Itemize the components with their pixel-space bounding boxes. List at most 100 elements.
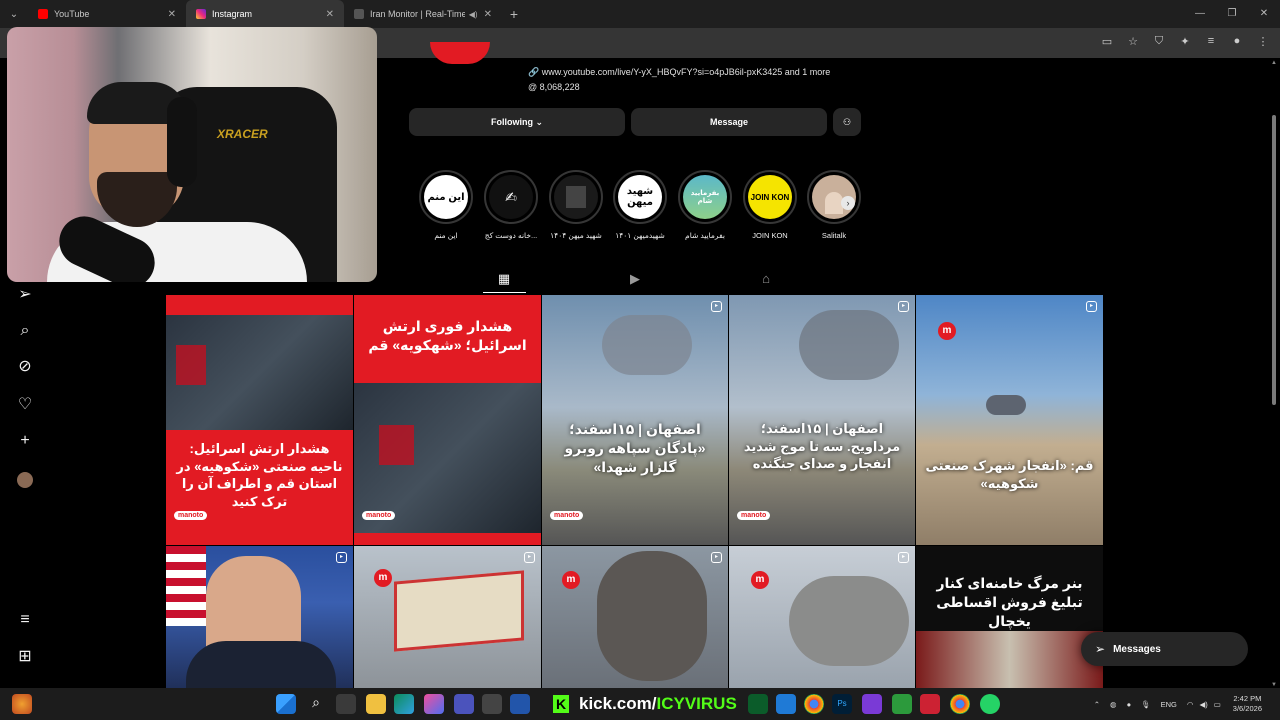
battery-icon[interactable]: ▭ — [1214, 700, 1221, 709]
profile-avatar[interactable] — [17, 472, 33, 488]
active-tab-underline — [483, 292, 526, 293]
tray-app-icon[interactable]: ◍ — [1110, 700, 1117, 709]
tab-search-chevron-icon[interactable]: ⌄ — [0, 0, 28, 28]
whatsapp-icon[interactable] — [980, 694, 1000, 714]
search-icon[interactable]: ⌕ — [14, 320, 36, 342]
post-tile[interactable]: m ▸ — [542, 546, 728, 688]
task-view-icon[interactable] — [336, 694, 356, 714]
page-scrollbar[interactable]: ▲ ▼ — [1270, 60, 1278, 688]
post-tile[interactable]: m ▸ — [354, 546, 541, 688]
manoto-logo-icon: m — [938, 322, 956, 340]
tray-app-icon[interactable]: ● — [1127, 700, 1132, 709]
post-tile[interactable]: هشدار فوری ارتش اسرائیل؛ «شهکویه» قم man… — [354, 295, 541, 545]
smoke-plume — [986, 395, 1026, 415]
language-indicator[interactable]: ENG — [1161, 700, 1177, 709]
chevron-right-icon[interactable]: › — [841, 196, 855, 210]
following-button[interactable]: Following ⌄ — [409, 108, 625, 136]
shield-icon[interactable]: ⛉ — [1152, 35, 1166, 48]
edge-icon[interactable] — [394, 694, 414, 714]
minimize-icon[interactable]: — — [1184, 0, 1216, 28]
post-tile[interactable]: ▸ اصفهان | ۱۵اسفند؛ مرداویج. سه تا موج ش… — [729, 295, 915, 545]
tab-instagram[interactable]: Instagram ✕ — [186, 0, 344, 28]
cast-icon[interactable]: ▭ — [1100, 35, 1114, 48]
highlight-item[interactable]: JOIN KON JOIN KON — [742, 170, 798, 240]
post-tile[interactable]: بنر مرگ خامنه‌ای کنار تبلیغ فروش اقساطی … — [916, 546, 1103, 688]
post-tile[interactable]: ▸ — [166, 546, 353, 688]
app-icon[interactable] — [510, 694, 530, 714]
chrome-icon[interactable] — [804, 694, 824, 714]
bio-link-text[interactable]: www.youtube.com/live/Y-yX_HBQvFY?si=o4pJ… — [542, 67, 831, 77]
highlight-cover-text: این منم — [427, 191, 465, 203]
close-icon[interactable]: ✕ — [168, 9, 176, 20]
tab-iran-monitor[interactable]: Iran Monitor | Real-Time Os ◀) ✕ — [344, 0, 502, 28]
profile-avatar-icon[interactable]: ● — [1230, 35, 1244, 48]
headphones — [167, 97, 197, 187]
bio-link[interactable]: 🔗 www.youtube.com/live/Y-yX_HBQvFY?si=o4… — [528, 67, 830, 78]
highlight-cover-text: شهید میهن — [626, 186, 654, 208]
post-tile[interactable]: ▸ اصفهان | ۱۵اسفند؛ «پادگان سپاهه روبرو … — [542, 295, 728, 545]
reel-icon: ▸ — [898, 301, 909, 312]
target-area-marker — [176, 345, 206, 385]
new-tab-button[interactable]: + — [502, 6, 526, 22]
highlight-item[interactable]: این منم این منم — [418, 170, 474, 240]
restore-icon[interactable]: ❐ — [1216, 0, 1248, 28]
reels-tab-icon[interactable]: ▶ — [624, 268, 646, 290]
highlight-item[interactable]: شهید میهن ۱۴۰۴ — [548, 170, 604, 240]
create-plus-icon[interactable]: + — [14, 430, 36, 452]
close-window-icon[interactable]: ✕ — [1248, 0, 1280, 28]
more-menu-icon[interactable]: ≡ — [14, 609, 36, 631]
volume-icon[interactable]: ◀) — [1199, 700, 1207, 709]
vscode-icon[interactable] — [776, 694, 796, 714]
app-icon[interactable] — [748, 694, 768, 714]
post-tile[interactable]: m ▸ — [729, 546, 915, 688]
bookmark-star-icon[interactable]: ☆ — [1126, 35, 1140, 48]
app-icon[interactable] — [862, 694, 882, 714]
highlight-ring — [549, 170, 603, 224]
reel-icon: ▸ — [711, 301, 722, 312]
app-icon[interactable] — [424, 694, 444, 714]
manoto-badge: manoto — [174, 511, 208, 520]
posts-grid-tab-icon[interactable]: ▦ — [493, 268, 515, 290]
wifi-icon[interactable]: ◠ — [1187, 700, 1194, 709]
scrollbar-thumb[interactable] — [1272, 115, 1276, 405]
file-explorer-icon[interactable] — [366, 694, 386, 714]
close-icon[interactable]: ✕ — [326, 9, 334, 20]
reading-list-icon[interactable]: ≡ — [1204, 35, 1218, 48]
microphone-icon[interactable]: 🎙 — [1141, 700, 1151, 709]
explore-icon[interactable]: ⊘ — [14, 356, 36, 378]
windows-start-icon[interactable] — [276, 694, 296, 714]
messages-nav-icon[interactable]: ➢ — [14, 284, 36, 306]
photoshop-icon[interactable]: Ps — [832, 694, 852, 714]
profile-picture[interactable] — [430, 42, 490, 64]
highlight-item[interactable]: ✍ خانه دوست کج... — [483, 170, 539, 240]
highlight-item[interactable]: شهید میهن شهیدمیهن ۱۴۰۱ — [612, 170, 668, 240]
menu-kebab-icon[interactable]: ⋮ — [1256, 35, 1270, 48]
search-icon[interactable]: ⌕ — [306, 694, 326, 714]
post-tile[interactable]: هشدار ارتش اسرائیل: ناحیه صنعتی «شکوهیه»… — [166, 295, 353, 545]
tagged-tab-icon[interactable]: ⌂ — [755, 268, 777, 290]
suggested-users-button[interactable]: ⚇ — [833, 108, 861, 136]
notifications-heart-icon[interactable]: ♡ — [14, 394, 36, 416]
threads-followers[interactable]: @ 8,068,228 — [528, 82, 580, 92]
extensions-icon[interactable]: ✦ — [1178, 35, 1192, 48]
messages-label: Messages — [1113, 643, 1161, 655]
billboard-sign — [394, 570, 524, 652]
close-icon[interactable]: ✕ — [484, 9, 492, 20]
app-icon[interactable] — [892, 694, 912, 714]
tray-chevron-icon[interactable]: ⌃ — [1094, 700, 1100, 709]
scroll-up-icon[interactable]: ▲ — [1270, 60, 1278, 66]
tab-youtube[interactable]: YouTube ✕ — [28, 0, 186, 28]
also-from-meta-icon[interactable]: ⊞ — [14, 646, 36, 668]
messages-button[interactable]: ➢ Messages — [1081, 632, 1248, 666]
highlight-item[interactable]: بفرمایید شام بفرمایید شام — [677, 170, 733, 240]
app-icon[interactable] — [482, 694, 502, 714]
youtube-icon — [38, 9, 48, 19]
chrome-active-icon[interactable] — [950, 694, 970, 714]
post-tile[interactable]: m ▸ قم: «انفجار شهرک صنعتی شکوهیه» — [916, 295, 1103, 545]
teams-icon[interactable] — [454, 694, 474, 714]
clock[interactable]: 2:42 PM 3/6/2026 — [1233, 694, 1262, 714]
message-button[interactable]: Message — [631, 108, 827, 136]
widgets-weather-icon[interactable] — [12, 694, 32, 714]
speaker-icon[interactable]: ◀) — [469, 10, 478, 19]
app-icon[interactable] — [920, 694, 940, 714]
